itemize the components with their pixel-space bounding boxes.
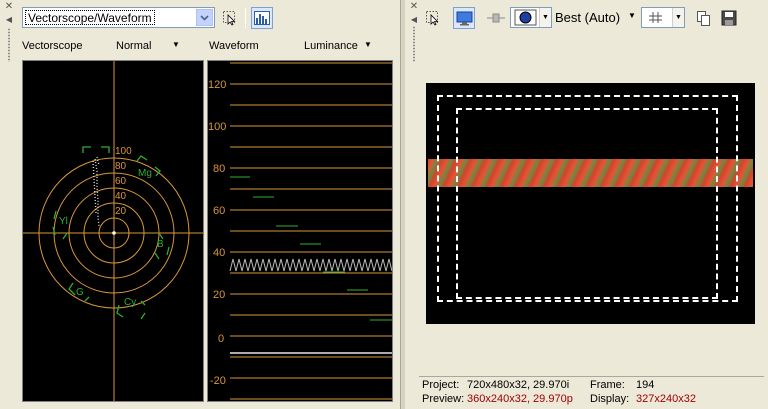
preview-mode-dropdown[interactable]: ▼ (510, 7, 552, 28)
overlay-mode-icon (514, 9, 537, 26)
waveform-trace (229, 258, 393, 272)
ring-label-100: 100 (115, 146, 132, 157)
collapse-arrow-icon[interactable]: ◀ (408, 15, 420, 24)
overlays-dropdown[interactable]: ▼ (641, 7, 685, 28)
external-monitor-button[interactable] (453, 7, 475, 29)
preview-quality-dropdown[interactable]: Best (Auto) (555, 10, 620, 25)
select-cursor-icon[interactable] (221, 9, 239, 27)
chevron-down-icon[interactable]: ▼ (672, 8, 684, 27)
waveform-tick-60: 60 (213, 205, 225, 217)
collapse-arrow-icon[interactable]: ◀ (3, 15, 15, 24)
waveform-green-steps (230, 176, 392, 321)
waveform-tick-80: 80 (213, 163, 225, 175)
scopes-dock-strip: ✕ ◀ (3, 2, 15, 25)
drag-grip-icon[interactable] (7, 28, 11, 62)
histogram-icon (254, 11, 270, 25)
chevron-down-icon[interactable] (196, 9, 213, 26)
monitor-icon (456, 11, 472, 25)
waveform-mode-arrow-icon[interactable]: ▼ (364, 40, 372, 49)
ring-label-60: 60 (115, 176, 127, 187)
vectorscope-display: 100 80 60 40 20 Mg Yl B G Cy (22, 60, 204, 402)
frame-value: 194 (636, 379, 655, 391)
waveform-label: Waveform (209, 40, 259, 52)
vectorscope-mode-dropdown[interactable]: Normal (116, 40, 151, 52)
display-value: 327x240x32 (636, 393, 696, 405)
waveform-tick-100: 100 (208, 121, 226, 133)
ring-label-80: 80 (115, 161, 127, 172)
preview-dock-strip: ✕ ◀ (408, 2, 420, 25)
waveform-tick-40: 40 (213, 247, 225, 259)
project-value: 720x480x32, 29.970i (467, 379, 570, 391)
video-preview-window: ✕ ◀ ▼ Best (Auto) ▼ ▼ Project: 720x480x3… (405, 0, 768, 409)
save-snapshot-icon[interactable] (720, 9, 738, 27)
video-preview-canvas[interactable] (426, 83, 755, 324)
preview-label: Preview: (422, 393, 465, 405)
target-label-cy: Cy (124, 297, 136, 308)
waveform-tick-0: 0 (218, 333, 224, 345)
target-label-b: B (157, 239, 164, 250)
drag-grip-icon[interactable] (412, 26, 416, 62)
scopes-header-row: Vectorscope Normal ▼ Waveform Luminance … (22, 38, 394, 54)
target-label-yl: Yl (59, 216, 68, 227)
preview-value: 360x240x32, 29.970p (467, 393, 573, 405)
target-label-g: G (76, 287, 84, 298)
grid-icon (649, 12, 662, 23)
target-r (82, 146, 110, 153)
toolbar-separator (245, 8, 246, 28)
close-icon[interactable]: ✕ (408, 2, 420, 12)
waveform-tick-minus-20: -20 (210, 375, 226, 387)
waveform-tick-20: 20 (213, 289, 225, 301)
video-scopes-window: ✕ ◀ Vectorscope/Waveform Vectorscope Nor… (0, 0, 400, 409)
ring-label-20: 20 (115, 206, 127, 217)
target-label-mg: Mg (138, 168, 152, 179)
vectorscope-label: Vectorscope (22, 40, 83, 52)
waveform-tick-120: 120 (208, 79, 226, 91)
select-cursor-icon[interactable] (424, 9, 442, 27)
ring-label-40: 40 (115, 191, 127, 202)
copy-snapshot-icon[interactable] (695, 9, 713, 27)
display-label: Display: (590, 393, 630, 405)
frame-label: Frame: (590, 379, 625, 391)
preview-status-bar: Project: 720x480x32, 29.970i Frame: 194 … (419, 376, 764, 408)
quality-chevron-down-icon[interactable]: ▼ (628, 11, 636, 20)
scope-type-dropdown[interactable]: Vectorscope/Waveform (22, 7, 215, 28)
scope-type-value: Vectorscope/Waveform (25, 10, 155, 25)
split-screen-icon[interactable] (487, 9, 505, 27)
vector-center-dot (112, 231, 116, 235)
vectorscope-mode-arrow-icon[interactable]: ▼ (172, 40, 180, 49)
waveform-display: 120 100 80 60 40 20 0 -20 (207, 60, 393, 402)
histogram-toggle-button[interactable] (251, 7, 273, 29)
title-safe-area (456, 108, 718, 299)
close-icon[interactable]: ✕ (3, 2, 15, 12)
chevron-down-icon[interactable]: ▼ (539, 8, 551, 27)
waveform-mode-dropdown[interactable]: Luminance (304, 40, 358, 52)
project-label: Project: (422, 379, 460, 391)
